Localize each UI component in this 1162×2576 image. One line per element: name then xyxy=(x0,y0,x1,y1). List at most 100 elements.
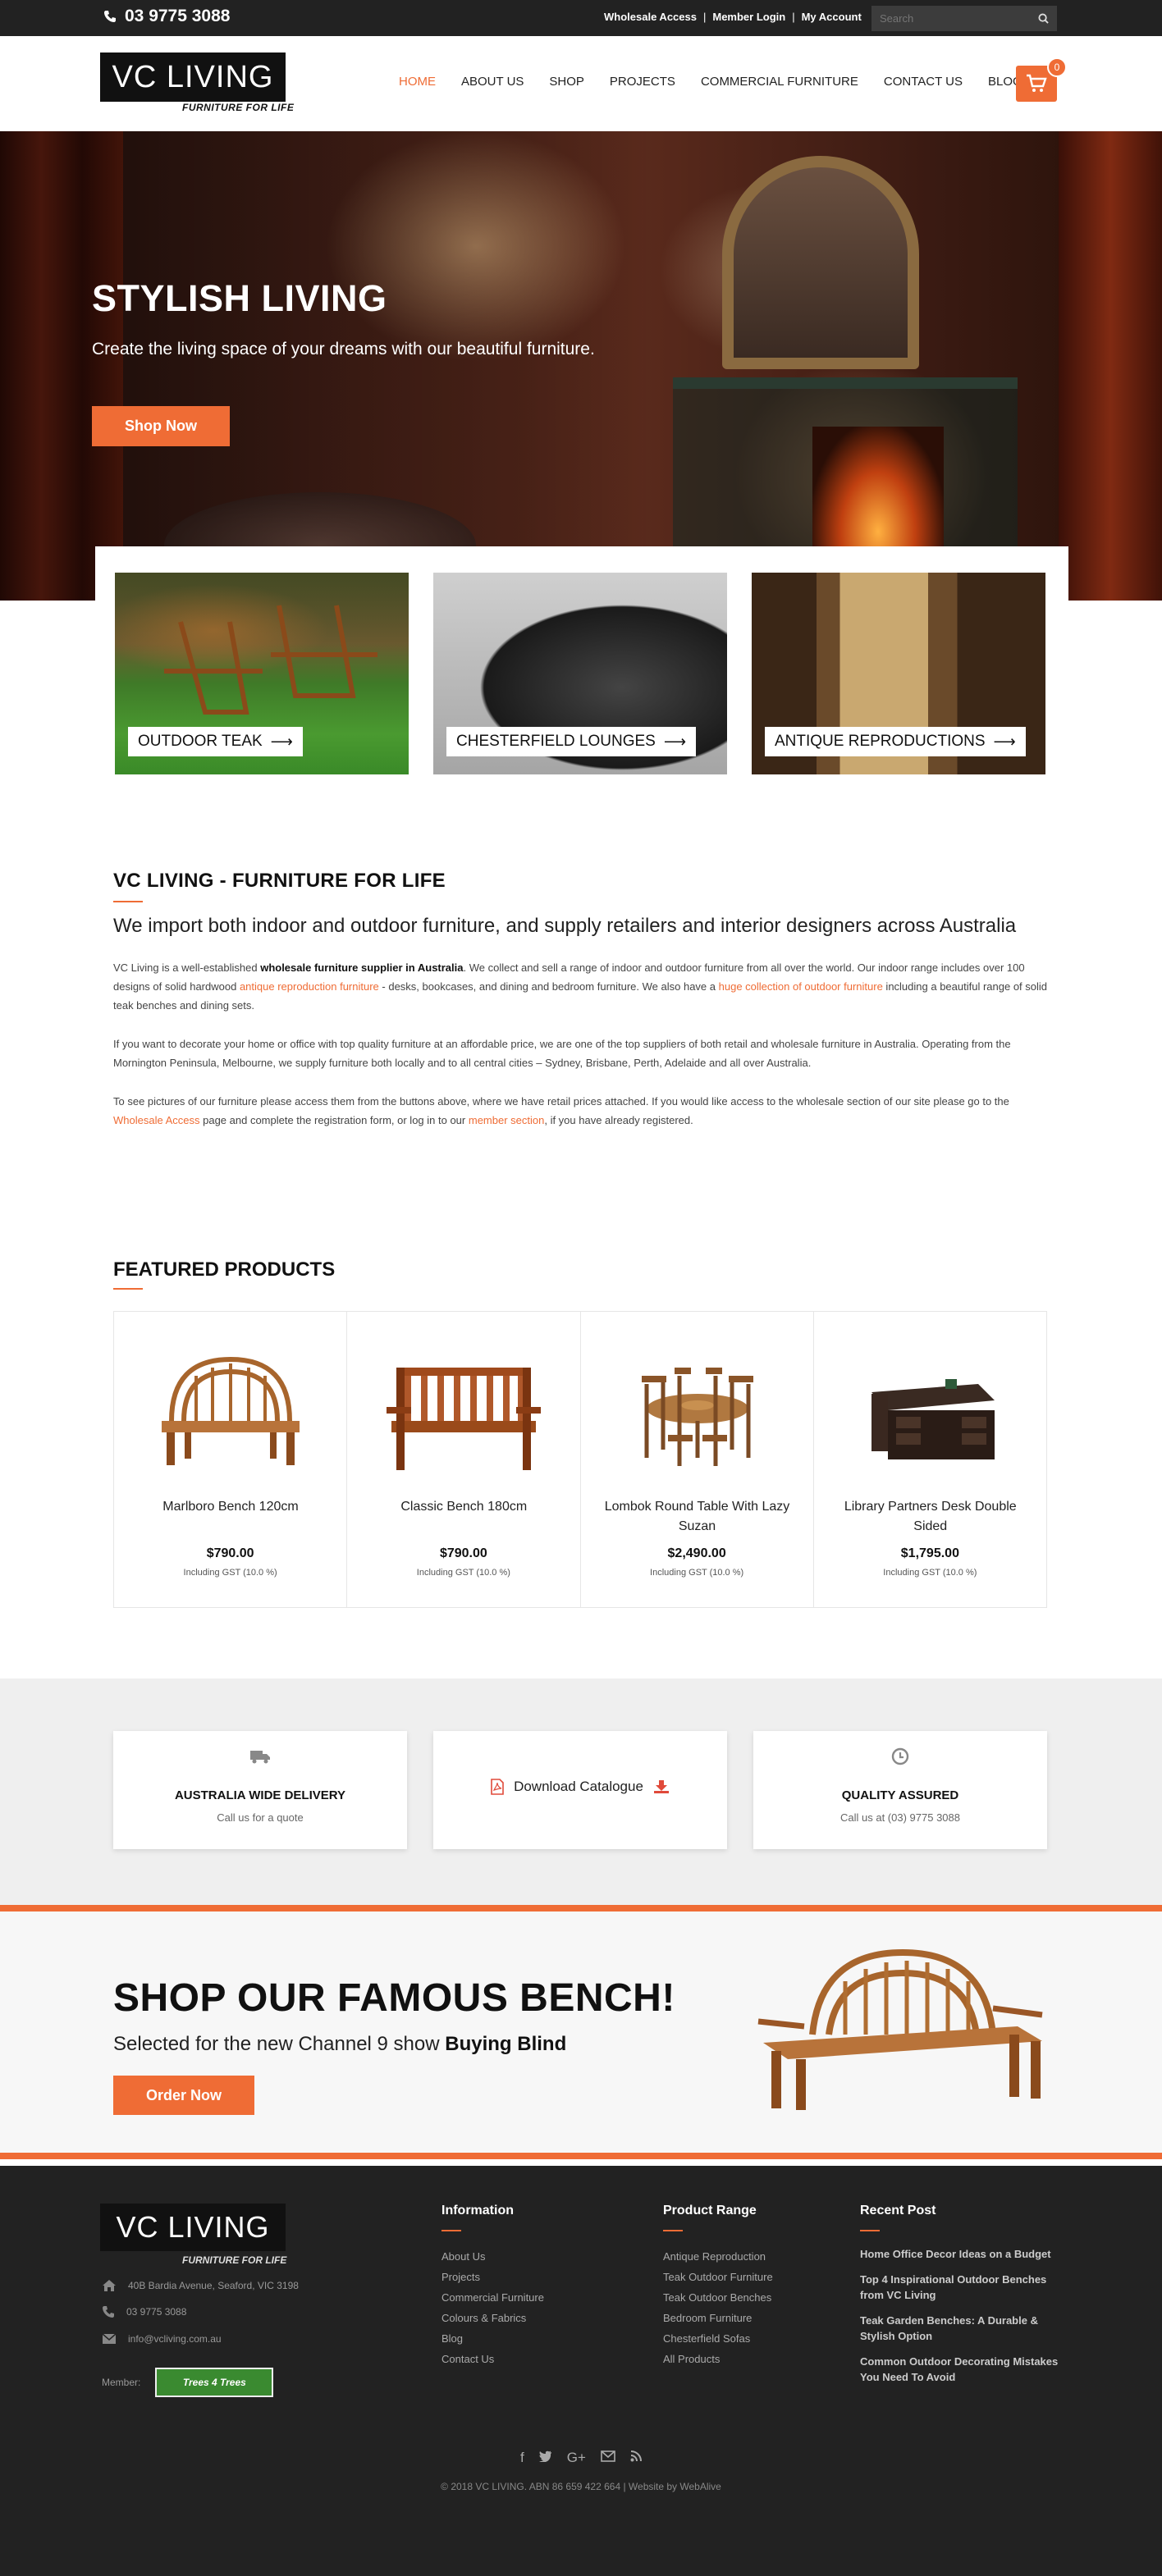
hero-banner: STYLISH LIVING Create the living space o… xyxy=(0,131,1162,601)
column-title: Product Range xyxy=(663,2204,757,2217)
product-card[interactable]: Marlboro Bench 120cm $790.00 Including G… xyxy=(114,1312,348,1607)
category-outdoor-teak[interactable]: OUTDOOR TEAK ⟶ xyxy=(115,573,409,774)
trees-for-trees-badge[interactable]: Trees 4 Trees xyxy=(155,2368,274,2397)
nav-shop[interactable]: SHOP xyxy=(549,75,584,89)
search-icon[interactable] xyxy=(1038,13,1049,24)
footer-link[interactable]: All Products xyxy=(663,2349,773,2369)
arrow-right-icon: ⟶ xyxy=(270,733,293,751)
search-input[interactable] xyxy=(880,12,1019,25)
product-price: $790.00 xyxy=(439,1546,487,1560)
download-icon xyxy=(653,1780,669,1793)
promo-title: SHOP OUR FAMOUS BENCH! xyxy=(113,1976,675,2020)
product-name[interactable]: Marlboro Bench 120cm xyxy=(130,1497,331,1517)
category-tiles: OUTDOOR TEAK ⟶ CHESTERFIELD LOUNGES ⟶ ANTI… xyxy=(95,546,1068,802)
category-antique[interactable]: ANTIQUE REPRODUCTIONS ⟶ xyxy=(752,573,1045,774)
footer-link[interactable]: Teak Outdoor Furniture xyxy=(663,2267,773,2287)
catalogue-box[interactable]: Download Catalogue xyxy=(433,1731,727,1849)
featured-heading: FEATURED PRODUCTS xyxy=(113,1258,336,1281)
order-now-button[interactable]: Order Now xyxy=(113,2076,254,2115)
footer-email[interactable]: info@vcliving.com.au xyxy=(102,2333,222,2345)
main-nav: HOME ABOUT US SHOP PROJECTS COMMERCIAL F… xyxy=(399,75,1048,89)
footer-link[interactable]: Chesterfield Sofas xyxy=(663,2328,773,2349)
column-underline xyxy=(441,2230,461,2231)
footer-information: Information About Us Projects Commercial… xyxy=(441,2204,544,2369)
product-image-lombok-table xyxy=(641,1368,753,1466)
nav-home[interactable]: HOME xyxy=(399,75,436,89)
delivery-title: AUSTRALIA WIDE DELIVERY xyxy=(174,1788,346,1802)
outdoor-link[interactable]: huge collection of outdoor furniture xyxy=(719,980,883,993)
wholesale-access-inline-link[interactable]: Wholesale Access xyxy=(113,1114,200,1126)
column-title: Recent Post xyxy=(860,2204,936,2217)
twitter-icon[interactable] xyxy=(538,2450,552,2466)
delivery-box: AUSTRALIA WIDE DELIVERY Call us for a qu… xyxy=(113,1731,407,1849)
recent-post-link[interactable]: Teak Garden Benches: A Durable & Stylish… xyxy=(860,2313,1065,2344)
bench-promo: SHOP OUR FAMOUS BENCH! Selected for the … xyxy=(0,1905,1162,2159)
top-phone-number: 03 9775 3088 xyxy=(125,7,231,25)
clock-icon xyxy=(753,1747,1047,1770)
email-icon[interactable] xyxy=(601,2450,615,2466)
text-bold: wholesale furniture supplier in Australi… xyxy=(260,961,464,974)
product-gst: Including GST (10.0 %) xyxy=(416,1568,510,1578)
home-icon xyxy=(103,2280,116,2291)
product-card[interactable]: Library Partners Desk Double Sided $1,79… xyxy=(814,1312,1046,1607)
logo[interactable]: VC LIVING xyxy=(100,53,286,102)
recent-post-link[interactable]: Common Outdoor Decorating Mistakes You N… xyxy=(860,2354,1065,2385)
footer-link[interactable]: Antique Reproduction xyxy=(663,2246,773,2267)
nav-projects[interactable]: PROJECTS xyxy=(610,75,675,89)
social-links: f G+ xyxy=(0,2450,1162,2466)
footer-logo[interactable]: VC LIVING xyxy=(100,2204,286,2251)
catalogue-label: Download Catalogue xyxy=(514,1779,643,1794)
recent-post-link[interactable]: Top 4 Inspirational Outdoor Benches from… xyxy=(860,2272,1065,2303)
footer-link[interactable]: Blog xyxy=(441,2328,544,2349)
category-name: OUTDOOR TEAK xyxy=(138,733,263,750)
product-image-classic-bench xyxy=(387,1368,542,1470)
download-catalogue-link[interactable]: Download Catalogue xyxy=(433,1779,727,1795)
category-label: OUTDOOR TEAK ⟶ xyxy=(128,727,303,756)
heading-underline xyxy=(113,1288,143,1290)
hero-subtitle: Create the living space of your dreams w… xyxy=(92,340,595,359)
hero-title: STYLISH LIVING xyxy=(92,277,387,319)
intro-paragraph-1: VC Living is a well-established wholesal… xyxy=(113,958,1049,1015)
footer-link[interactable]: Colours & Fabrics xyxy=(441,2308,544,2328)
product-name[interactable]: Lombok Round Table With Lazy Suzan xyxy=(597,1497,798,1537)
rss-icon[interactable] xyxy=(630,2450,642,2466)
member-login-link[interactable]: Member Login xyxy=(712,11,785,23)
footer-link[interactable]: About Us xyxy=(441,2246,544,2267)
nav-commercial[interactable]: COMMERCIAL FURNITURE xyxy=(701,75,858,89)
product-gst: Including GST (10.0 %) xyxy=(650,1568,744,1578)
product-price: $790.00 xyxy=(206,1546,254,1560)
footer-link[interactable]: Commercial Furniture xyxy=(441,2287,544,2308)
category-name: CHESTERFIELD LOUNGES xyxy=(456,733,656,750)
product-card[interactable]: Classic Bench 180cm $790.00 Including GS… xyxy=(347,1312,581,1607)
category-chesterfield[interactable]: CHESTERFIELD LOUNGES ⟶ xyxy=(433,573,727,774)
footer-phone[interactable]: 03 9775 3088 xyxy=(102,2305,186,2318)
footer-tagline: FURNITURE FOR LIFE xyxy=(182,2254,287,2266)
footer-link[interactable]: Contact Us xyxy=(441,2349,544,2369)
google-plus-icon[interactable]: G+ xyxy=(567,2450,586,2466)
shop-now-button[interactable]: Shop Now xyxy=(92,406,230,446)
hero-overlay xyxy=(0,131,656,601)
phone-icon xyxy=(104,11,116,22)
facebook-icon[interactable]: f xyxy=(520,2450,524,2466)
featured-products: Marlboro Bench 120cm $790.00 Including G… xyxy=(113,1311,1047,1608)
footer-link[interactable]: Projects xyxy=(441,2267,544,2287)
footer-link[interactable]: Bedroom Furniture xyxy=(663,2308,773,2328)
membership: Member: Trees 4 Trees xyxy=(102,2368,274,2397)
intro-heading: VC LIVING - FURNITURE FOR LIFE xyxy=(113,870,446,892)
phone-icon xyxy=(103,2306,114,2318)
product-name[interactable]: Classic Bench 180cm xyxy=(364,1497,564,1517)
recent-post-link[interactable]: Home Office Decor Ideas on a Budget xyxy=(860,2246,1065,2262)
footer-link[interactable]: Teak Outdoor Benches xyxy=(663,2287,773,2308)
intro-section: VC LIVING - FURNITURE FOR LIFE We import… xyxy=(113,870,1049,1130)
nav-about[interactable]: ABOUT US xyxy=(461,75,524,89)
wholesale-access-link[interactable]: Wholesale Access xyxy=(604,11,697,23)
product-name[interactable]: Library Partners Desk Double Sided xyxy=(830,1497,1031,1537)
site-header: VC LIVING FURNITURE FOR LIFE HOME ABOUT … xyxy=(0,36,1162,131)
member-section-link[interactable]: member section xyxy=(469,1114,544,1126)
nav-contact[interactable]: CONTACT US xyxy=(884,75,963,89)
antique-link[interactable]: antique reproduction furniture xyxy=(240,980,379,993)
footer-address: 40B Bardia Avenue, Seaford, VIC 3198 xyxy=(102,2279,299,2292)
product-card[interactable]: Lombok Round Table With Lazy Suzan $2,49… xyxy=(581,1312,814,1607)
top-phone[interactable]: 03 9775 3088 xyxy=(103,7,230,26)
my-account-link[interactable]: My Account xyxy=(802,11,862,23)
